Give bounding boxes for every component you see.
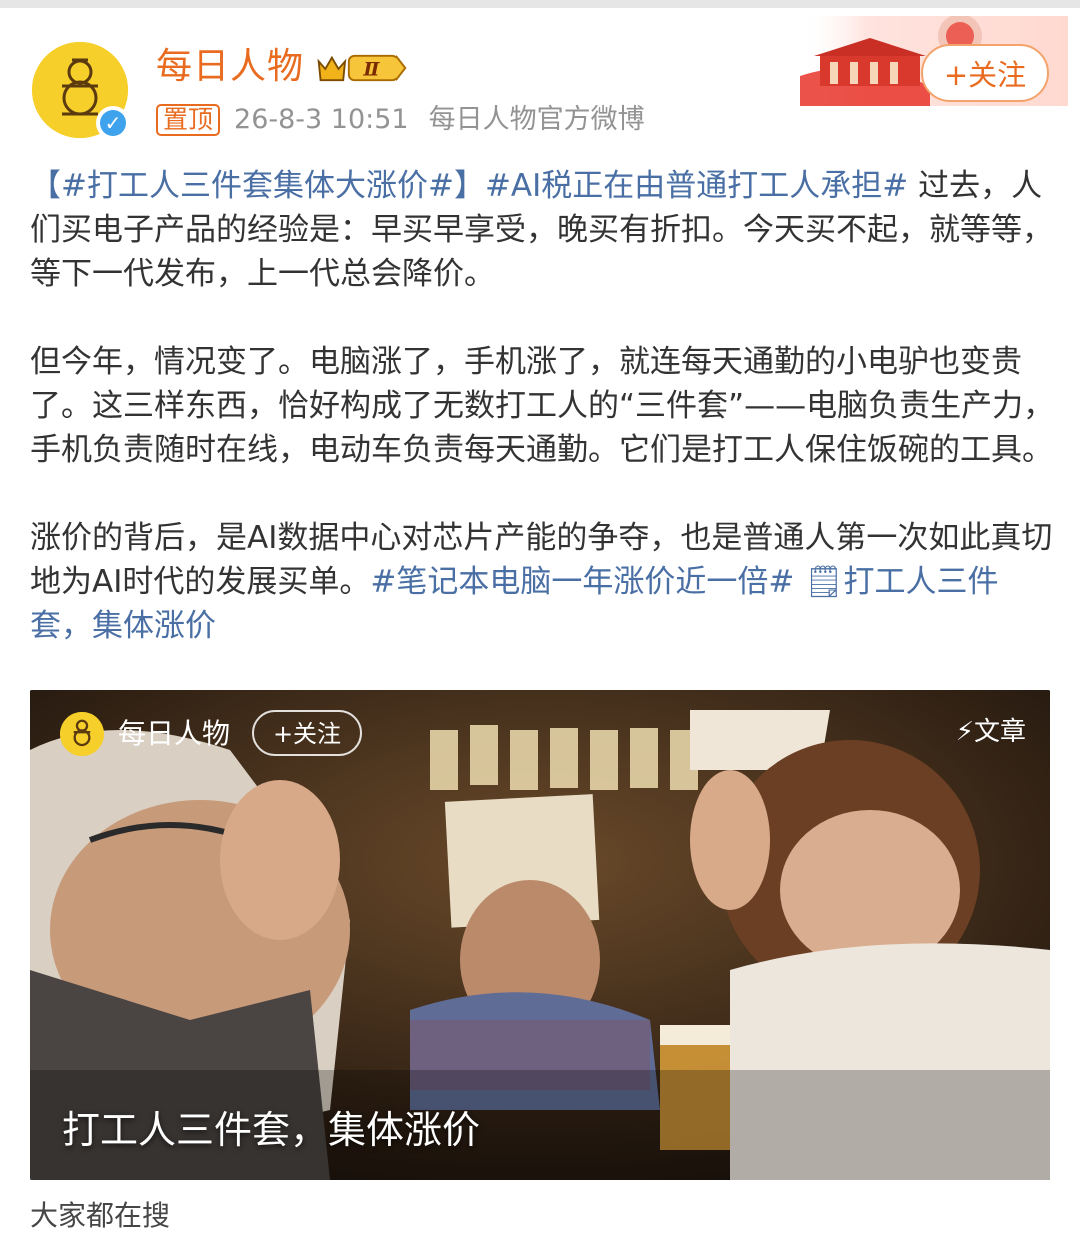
account-name[interactable]: 每日人物 [156,42,304,92]
hashtag-link[interactable]: 【#打工人三件套集体大涨价#】 [30,168,485,204]
post-body: 【#打工人三件套集体大涨价#】#AI税正在由普通打工人承担# 过去，人们买电子产… [30,164,1060,692]
top-divider [0,0,1080,8]
card-avatar [60,712,104,756]
post-paragraph: 涨价的背后，是AI数据中心对芯片产能的争夺，也是普通人第一次如此真切地为AI时代… [30,516,1060,648]
vip-level: Ⅱ [362,59,380,81]
vip-crown-icon: Ⅱ [317,54,407,82]
card-caption: 打工人三件套，集体涨价 [62,1108,481,1152]
hashtag-link[interactable]: #笔记本电脑一年涨价近一倍# [370,564,794,600]
hashtag-link[interactable]: #AI税正在由普通打工人承担# [485,168,908,204]
card-follow-button[interactable]: +关注 [252,710,362,756]
post-meta: 置顶 26-8-3 10:51 每日人物官方微博 [156,102,665,136]
card-account-name: 每日人物 [118,717,231,750]
trending-searches-label[interactable]: 大家都在搜 [30,1198,170,1234]
post-paragraph: 【#打工人三件套集体大涨价#】#AI税正在由普通打工人承担# 过去，人们买电子产… [30,164,1060,296]
pinned-badge: 置顶 [156,103,221,136]
verified-icon: ✓ [96,106,130,140]
follow-button[interactable]: +关注 [921,44,1049,102]
article-type-text: 文章 [973,717,1026,747]
logo-icon [60,712,104,756]
post-timestamp: 26-8-3 10:51 [234,103,409,135]
article-card[interactable]: 每日人物 +关注 ⚡文章 打工人三件套，集体涨价 [30,690,1050,1180]
lightning-icon: ⚡ [955,717,974,747]
post-paragraph: 但今年，情况变了。电脑涨了，手机涨了，就连每天通勤的小电驴也变贵了。这三样东西，… [30,344,1055,468]
post-source: 每日人物官方微博 [428,103,645,135]
article-type-label: ⚡文章 [956,712,1026,752]
